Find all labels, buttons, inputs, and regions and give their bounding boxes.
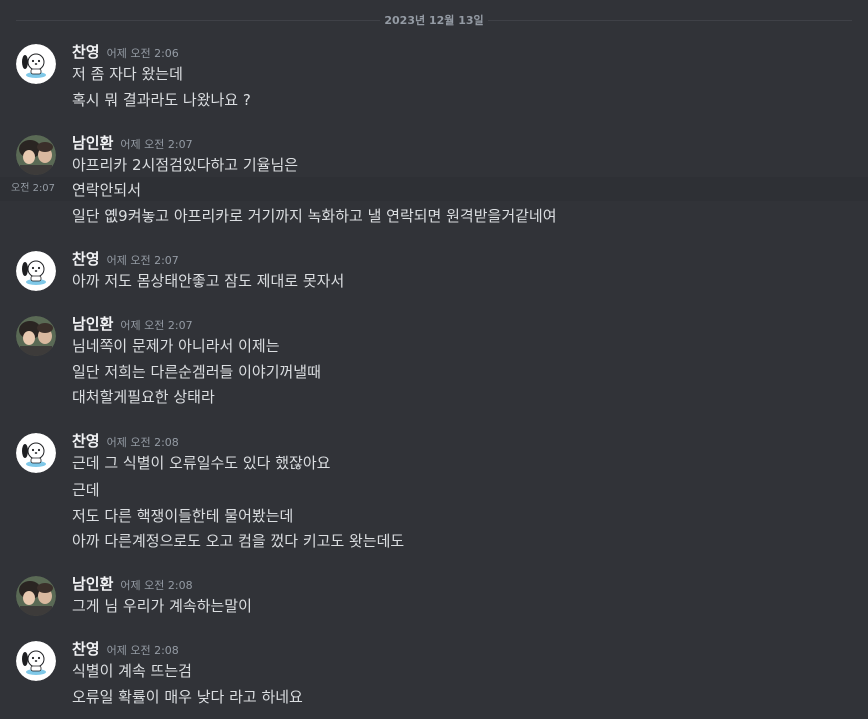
message-text: 일단 저희는 다른순겜러들 이야기꺼낼때 [72, 363, 321, 381]
author-name[interactable]: 남인환 [72, 573, 113, 595]
timestamp[interactable]: 어제 오전 2:08 [107, 432, 179, 454]
message-header: 찬영 어제 오전 2:08 [72, 638, 179, 660]
message-text: 대처할게필요한 상태라 [72, 388, 215, 406]
message-text: 저도 다른 핵쟁이들한테 물어봤는데 [72, 507, 294, 525]
date-divider: 2023년 12월 13일 [16, 11, 852, 29]
photo-avatar-icon[interactable] [16, 135, 56, 175]
message-header: 찬영 어제 오전 2:06 [72, 41, 179, 63]
message-text: 아까 저도 몸상태안좋고 잠도 제대로 못자서 [72, 272, 345, 290]
timestamp[interactable]: 어제 오전 2:07 [107, 250, 179, 272]
author-name[interactable]: 찬영 [72, 638, 100, 660]
divider-line [16, 19, 381, 21]
author-name[interactable]: 남인환 [72, 132, 113, 154]
hover-timestamp[interactable]: 오전 2:07 [11, 180, 55, 198]
timestamp[interactable]: 어제 오전 2:07 [120, 134, 192, 156]
timestamp[interactable]: 어제 오전 2:06 [107, 43, 179, 65]
author-name[interactable]: 찬영 [72, 41, 100, 63]
divider-line [487, 19, 852, 21]
message-text: 그게 님 우리가 계속하는말이 [72, 597, 252, 615]
message-text: 아프리카 2시점검있다하고 기율님은 [72, 156, 299, 174]
message-text: 식별이 계속 뜨는검 [72, 662, 192, 680]
message-header: 남인환 어제 오전 2:08 [72, 573, 193, 595]
pochacco-icon[interactable] [16, 251, 56, 291]
message-text: 일단 옚9켜놓고 아프리카로 거기까지 녹화하고 낼 연락되면 원격받을거같네여 [72, 207, 557, 225]
pochacco-icon[interactable] [16, 433, 56, 473]
timestamp[interactable]: 어제 오전 2:08 [107, 640, 179, 662]
message-header: 찬영 어제 오전 2:07 [72, 248, 179, 270]
photo-avatar-icon[interactable] [16, 576, 56, 616]
author-name[interactable]: 찬영 [72, 430, 100, 452]
pochacco-icon[interactable] [16, 44, 56, 84]
message-text: 님네쪽이 문제가 아니라서 이제는 [72, 337, 280, 355]
date-divider-label: 2023년 12월 13일 [380, 12, 488, 28]
message-text: 근데 [72, 481, 100, 499]
chat-messages: 2023년 12월 13일 찬영 어제 오전 2:06 저 좀 자다 왔는데 혹… [0, 0, 868, 719]
message-text: 연락안되서 [72, 181, 142, 199]
message-text: 혹시 뭐 결과라도 나왔나요 ? [72, 91, 251, 109]
message-text: 근데 그 식별이 오류일수도 있다 했잖아요 [72, 454, 331, 472]
pochacco-icon[interactable] [16, 641, 56, 681]
message-header: 찬영 어제 오전 2:08 [72, 430, 179, 452]
photo-avatar-icon[interactable] [16, 316, 56, 356]
message-header: 남인환 어제 오전 2:07 [72, 313, 193, 335]
message-header: 남인환 어제 오전 2:07 [72, 132, 193, 154]
author-name[interactable]: 찬영 [72, 248, 100, 270]
timestamp[interactable]: 어제 오전 2:07 [120, 315, 192, 337]
timestamp[interactable]: 어제 오전 2:08 [120, 575, 192, 597]
author-name[interactable]: 남인환 [72, 313, 113, 335]
message-text: 아까 다른계정으로도 오고 컴을 껐다 키고도 왓는데도 [72, 532, 405, 550]
message-text: 오류일 확률이 매우 낮다 라고 하네요 [72, 688, 303, 706]
message-text: 저 좀 자다 왔는데 [72, 65, 183, 83]
